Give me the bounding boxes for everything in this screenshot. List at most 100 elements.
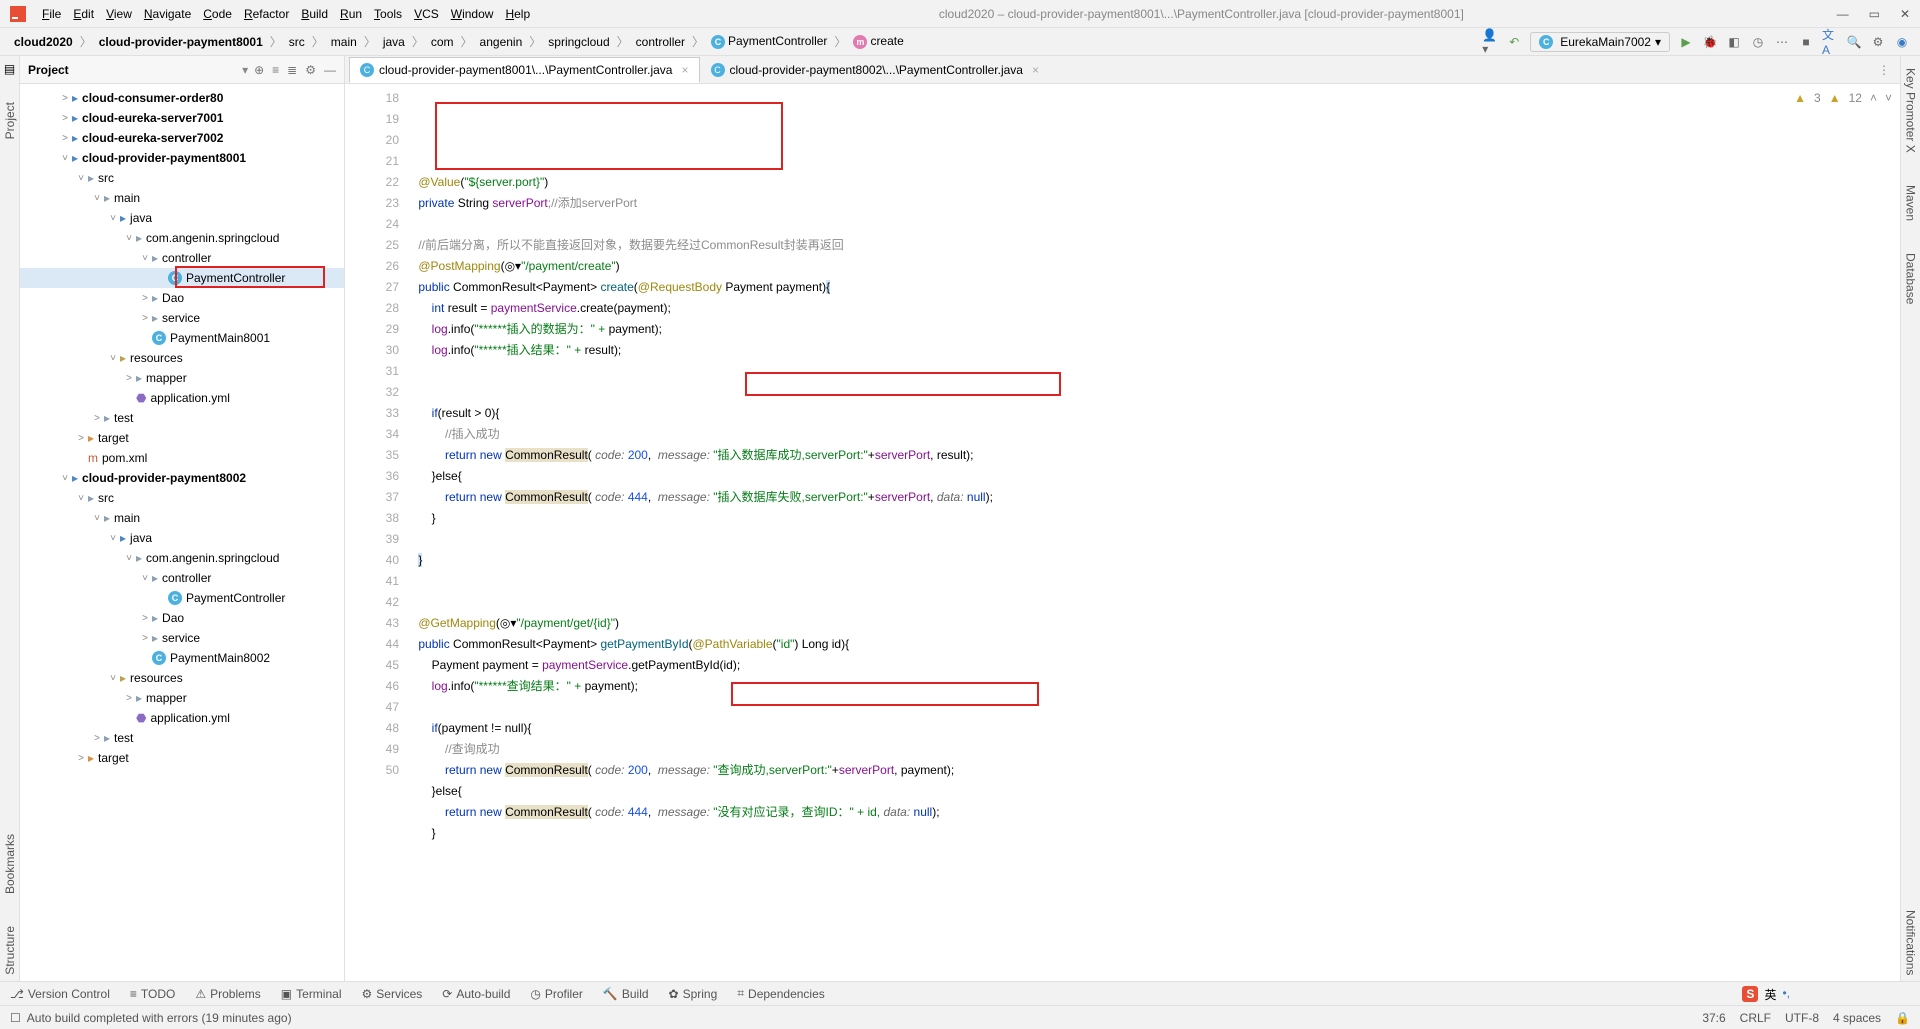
ime-lang[interactable]: 英 xyxy=(1764,986,1776,1003)
crumb[interactable]: cloud2020 xyxy=(10,33,77,51)
tree-row[interactable]: ˅▸java xyxy=(20,528,344,548)
status-indicator[interactable]: 37:6 xyxy=(1702,1011,1725,1025)
settings-icon[interactable]: ⚙ xyxy=(305,63,316,77)
menu-help[interactable]: Help xyxy=(499,7,536,21)
tool-build[interactable]: 🔨Build xyxy=(603,987,649,1001)
crumb[interactable]: mcreate xyxy=(849,32,907,51)
tree-row[interactable]: mpom.xml xyxy=(20,448,344,468)
tool-profiler[interactable]: ◷Profiler xyxy=(530,987,583,1001)
menu-navigate[interactable]: Navigate xyxy=(138,7,197,21)
tree-row[interactable]: >▸cloud-eureka-server7002 xyxy=(20,128,344,148)
crumb[interactable]: main xyxy=(327,33,361,51)
minimize-icon[interactable]: — xyxy=(1837,7,1849,21)
tree-row[interactable]: ⬣application.yml xyxy=(20,708,344,728)
tool-todo[interactable]: ≡TODO xyxy=(130,987,175,1001)
crumb[interactable]: com xyxy=(427,33,458,51)
tree-row[interactable]: CPaymentController xyxy=(20,588,344,608)
tree-row[interactable]: ˅▸main xyxy=(20,188,344,208)
menu-window[interactable]: Window xyxy=(445,7,500,21)
debug-icon[interactable]: 🐞 xyxy=(1702,34,1718,50)
crumb[interactable]: java xyxy=(379,33,409,51)
inspections-widget[interactable]: ▲3 ▲12 ˄ ˅ xyxy=(1794,88,1892,109)
tab-overflow-icon[interactable]: ⋮ xyxy=(1872,63,1896,77)
chevron-down-icon[interactable]: ˅ xyxy=(1885,88,1892,109)
tree-row[interactable]: >▸mapper xyxy=(20,368,344,388)
menu-code[interactable]: Code xyxy=(197,7,238,21)
tree-row[interactable]: >▸mapper xyxy=(20,688,344,708)
translate-icon[interactable]: 文A xyxy=(1822,34,1838,50)
crumb[interactable]: springcloud xyxy=(544,33,613,51)
database-tab[interactable]: Database xyxy=(1902,247,1920,310)
settings-icon[interactable]: ⚙ xyxy=(1870,34,1886,50)
crumb[interactable]: angenin xyxy=(476,33,527,51)
crumb[interactable]: CPaymentController xyxy=(707,32,831,51)
tree-row[interactable]: CPaymentMain8001 xyxy=(20,328,344,348)
tree-row[interactable]: ˅▸com.angenin.springcloud xyxy=(20,548,344,568)
expand-all-icon[interactable]: ≡ xyxy=(272,63,279,77)
tree-row[interactable]: >▸Dao xyxy=(20,608,344,628)
tree-row[interactable]: ˅▸cloud-provider-payment8001 xyxy=(20,148,344,168)
select-opened-icon[interactable]: ⊕ xyxy=(254,63,264,77)
tree-row[interactable]: >▸service xyxy=(20,628,344,648)
menu-view[interactable]: View xyxy=(100,7,138,21)
tool-terminal[interactable]: ▣Terminal xyxy=(281,987,342,1001)
tree-row[interactable]: ˅▸resources xyxy=(20,668,344,688)
menu-edit[interactable]: Edit xyxy=(67,7,100,21)
editor-tab[interactable]: Ccloud-provider-payment8001\...\PaymentC… xyxy=(349,57,700,83)
stop-icon[interactable]: ■ xyxy=(1798,34,1814,50)
maximize-icon[interactable]: ▭ xyxy=(1869,7,1880,21)
status-indicator[interactable]: 4 spaces xyxy=(1833,1011,1881,1025)
sogou-icon[interactable]: S xyxy=(1742,986,1758,1002)
coverage-icon[interactable]: ◧ xyxy=(1726,34,1742,50)
tree-row[interactable]: ˅▸controller xyxy=(20,568,344,588)
avatar-icon[interactable]: ◉ xyxy=(1894,34,1910,50)
more-actions-icon[interactable]: ⋯ xyxy=(1774,34,1790,50)
menu-tools[interactable]: Tools xyxy=(368,7,408,21)
menu-vcs[interactable]: VCS xyxy=(408,7,445,21)
status-indicator[interactable]: CRLF xyxy=(1740,1011,1771,1025)
run-icon[interactable]: ▶ xyxy=(1678,34,1694,50)
user-icon[interactable]: 👤▾ xyxy=(1482,34,1498,50)
tree-row[interactable]: CPaymentController xyxy=(20,268,344,288)
project-tree[interactable]: >▸cloud-consumer-order80>▸cloud-eureka-s… xyxy=(20,84,344,981)
tree-row[interactable]: >▸target xyxy=(20,748,344,768)
profile-icon[interactable]: ◷ xyxy=(1750,34,1766,50)
lock-icon[interactable]: 🔒 xyxy=(1895,1011,1910,1025)
menu-build[interactable]: Build xyxy=(295,7,334,21)
maven-tab[interactable]: Maven xyxy=(1902,179,1920,227)
structure-tab[interactable]: Structure xyxy=(1,920,19,981)
tree-row[interactable]: ˅▸main xyxy=(20,508,344,528)
tree-row[interactable]: ⬣application.yml xyxy=(20,388,344,408)
crumb[interactable]: src xyxy=(285,33,309,51)
tree-row[interactable]: ˅▸java xyxy=(20,208,344,228)
close-tab-icon[interactable]: × xyxy=(1032,63,1039,77)
collapse-all-icon[interactable]: ≣ xyxy=(287,63,297,77)
chevron-down-icon[interactable]: ▾ xyxy=(242,63,248,77)
tree-row[interactable]: >▸service xyxy=(20,308,344,328)
tree-row[interactable]: >▸test xyxy=(20,728,344,748)
tree-row[interactable]: ˅▸controller xyxy=(20,248,344,268)
tree-row[interactable]: >▸test xyxy=(20,408,344,428)
menu-refactor[interactable]: Refactor xyxy=(238,7,295,21)
crumb[interactable]: controller xyxy=(632,33,689,51)
editor-tab[interactable]: Ccloud-provider-payment8002\...\PaymentC… xyxy=(700,57,1051,83)
crumb[interactable]: cloud-provider-payment8001 xyxy=(95,33,267,51)
search-icon[interactable]: 🔍 xyxy=(1846,34,1862,50)
close-tab-icon[interactable]: × xyxy=(681,63,688,77)
tree-row[interactable]: ˅▸resources xyxy=(20,348,344,368)
close-icon[interactable]: ✕ xyxy=(1900,7,1910,21)
tool-version-control[interactable]: ⎇Version Control xyxy=(10,987,110,1001)
notifications-tab[interactable]: Notifications xyxy=(1902,904,1920,981)
menu-run[interactable]: Run xyxy=(334,7,368,21)
run-config-selector[interactable]: C EurekaMain7002 ▾ xyxy=(1530,32,1670,52)
project-tab[interactable]: Project xyxy=(1,96,19,145)
tool-spring[interactable]: ✿Spring xyxy=(669,987,718,1001)
tree-row[interactable]: CPaymentMain8002 xyxy=(20,648,344,668)
status-indicator[interactable]: UTF-8 xyxy=(1785,1011,1819,1025)
tree-row[interactable]: ˅▸src xyxy=(20,168,344,188)
tree-row[interactable]: ˅▸cloud-provider-payment8002 xyxy=(20,468,344,488)
tree-row[interactable]: ˅▸src xyxy=(20,488,344,508)
tool-services[interactable]: ⚙Services xyxy=(362,987,423,1001)
tree-row[interactable]: >▸target xyxy=(20,428,344,448)
keypromoter-tab[interactable]: Key Promoter X xyxy=(1902,62,1920,159)
